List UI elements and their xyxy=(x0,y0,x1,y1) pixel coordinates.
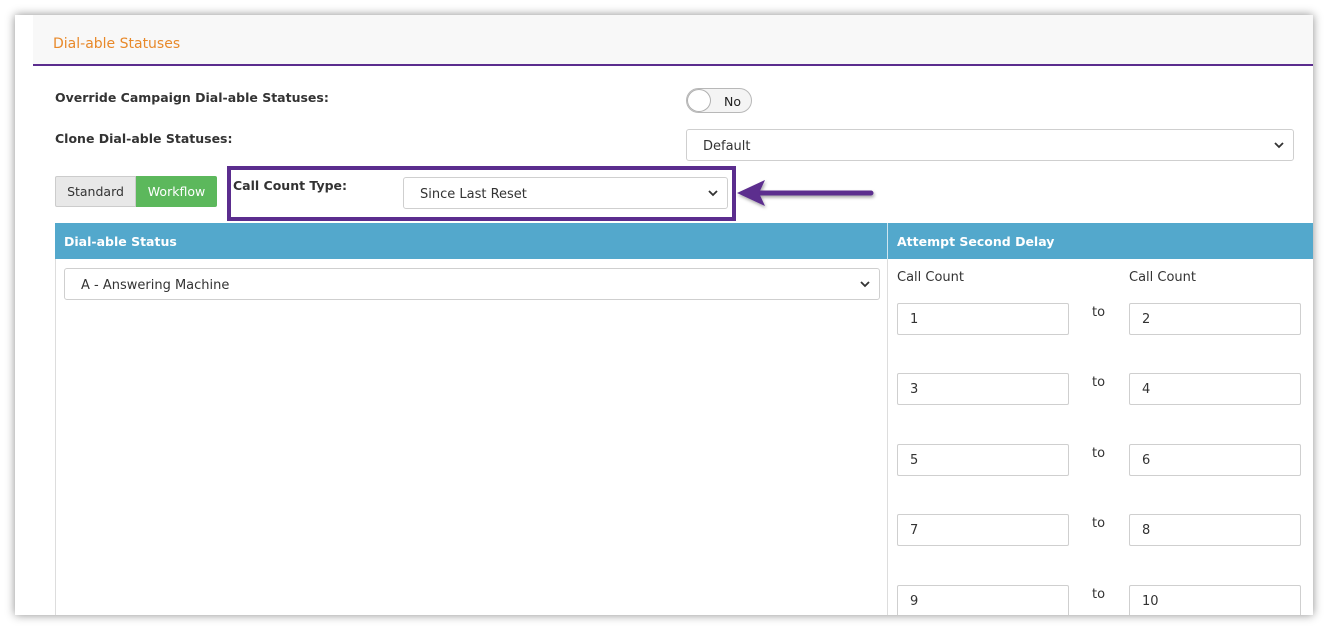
call-count-from-input[interactable]: 5 xyxy=(897,444,1069,476)
screenshot-frame: Dial-able Statuses Override Campaign Dia… xyxy=(15,15,1313,615)
status-column xyxy=(55,259,888,615)
call-count-from-label: Call Count xyxy=(897,270,965,285)
to-label: to xyxy=(1092,446,1106,461)
header-divider xyxy=(887,223,888,259)
to-value: 6 xyxy=(1142,453,1151,468)
standard-button[interactable]: Standard xyxy=(55,176,136,207)
status-table-header: Dial-able Status Attempt Second Delay xyxy=(55,223,1313,259)
call-count-from-input[interactable]: 7 xyxy=(897,514,1069,546)
call-count-to-input[interactable]: 6 xyxy=(1129,444,1301,476)
workflow-button[interactable]: Workflow xyxy=(136,176,217,207)
to-value: 10 xyxy=(1142,594,1159,609)
from-value: 7 xyxy=(910,523,919,538)
from-value: 1 xyxy=(910,312,919,327)
clone-select[interactable]: Default xyxy=(686,129,1294,161)
to-label: to xyxy=(1092,375,1106,390)
clone-label: Clone Dial-able Statuses: xyxy=(55,131,233,146)
call-count-type-label: Call Count Type: xyxy=(233,178,348,193)
to-value: 4 xyxy=(1142,382,1151,397)
call-count-from-input[interactable]: 1 xyxy=(897,303,1069,335)
from-value: 5 xyxy=(910,453,919,468)
to-label: to xyxy=(1092,516,1106,531)
call-count-to-input[interactable]: 2 xyxy=(1129,303,1301,335)
override-toggle[interactable]: No xyxy=(686,88,752,113)
call-count-type-select[interactable]: Since Last Reset xyxy=(403,177,728,209)
call-count-to-input[interactable]: 4 xyxy=(1129,373,1301,405)
left-arrow-icon xyxy=(737,180,874,206)
chevron-down-icon xyxy=(860,281,870,288)
panel-header: Dial-able Statuses xyxy=(33,15,1313,66)
dialable-status-value: A - Answering Machine xyxy=(81,278,230,293)
call-count-to-label: Call Count xyxy=(1129,270,1197,285)
call-count-to-input[interactable]: 8 xyxy=(1129,514,1301,546)
call-count-to-input[interactable]: 10 xyxy=(1129,585,1301,615)
call-count-from-input[interactable]: 9 xyxy=(897,585,1069,615)
override-label: Override Campaign Dial-able Statuses: xyxy=(55,90,329,105)
dialable-status-header: Dial-able Status xyxy=(64,234,177,249)
to-value: 8 xyxy=(1142,523,1151,538)
chevron-down-icon xyxy=(1274,142,1284,149)
call-count-type-value: Since Last Reset xyxy=(420,187,527,202)
chevron-down-icon xyxy=(708,190,718,197)
dialable-status-select[interactable]: A - Answering Machine xyxy=(64,268,880,300)
toggle-knob xyxy=(687,89,711,112)
attempt-second-delay-header: Attempt Second Delay xyxy=(897,234,1055,249)
column-divider xyxy=(887,259,888,615)
to-value: 2 xyxy=(1142,312,1151,327)
from-value: 3 xyxy=(910,382,919,397)
to-label: to xyxy=(1092,587,1106,602)
to-label: to xyxy=(1092,305,1106,320)
from-value: 9 xyxy=(910,594,919,609)
panel-title: Dial-able Statuses xyxy=(53,36,181,52)
toggle-value: No xyxy=(724,94,741,109)
call-count-from-input[interactable]: 3 xyxy=(897,373,1069,405)
clone-select-value: Default xyxy=(703,139,751,154)
